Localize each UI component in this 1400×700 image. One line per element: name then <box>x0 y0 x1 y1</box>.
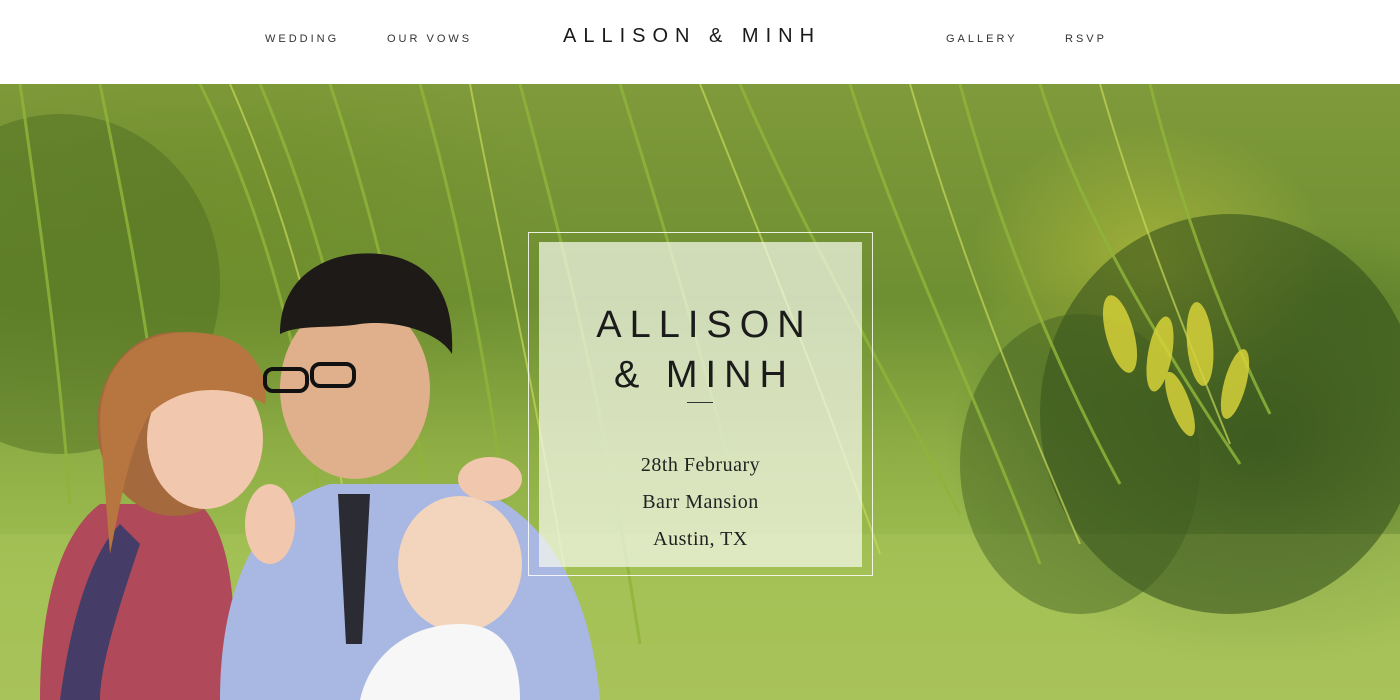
site-header: WEDDING OUR VOWS ALLISON & MINH GALLERY … <box>0 0 1400 84</box>
event-location: Austin, TX <box>653 528 748 550</box>
card-title-line-2: & MINH <box>614 354 795 396</box>
site-title-logo[interactable]: ALLISON & MINH <box>563 25 843 48</box>
event-date: 28th February <box>640 454 761 476</box>
hero-section: ALLISON & MINH 28th February Barr Mansio… <box>0 84 1400 700</box>
nav-link-rsvp[interactable]: RSVP <box>1065 33 1107 45</box>
nav-link-gallery[interactable]: GALLERY <box>946 33 1018 45</box>
nav-link-wedding[interactable]: WEDDING <box>265 33 339 45</box>
card-divider <box>687 402 713 403</box>
event-venue: Barr Mansion <box>642 491 759 513</box>
info-card: ALLISON & MINH 28th February Barr Mansio… <box>539 242 862 567</box>
card-title-line-1: ALLISON <box>596 304 813 346</box>
nav-link-our-vows[interactable]: OUR VOWS <box>387 33 472 45</box>
